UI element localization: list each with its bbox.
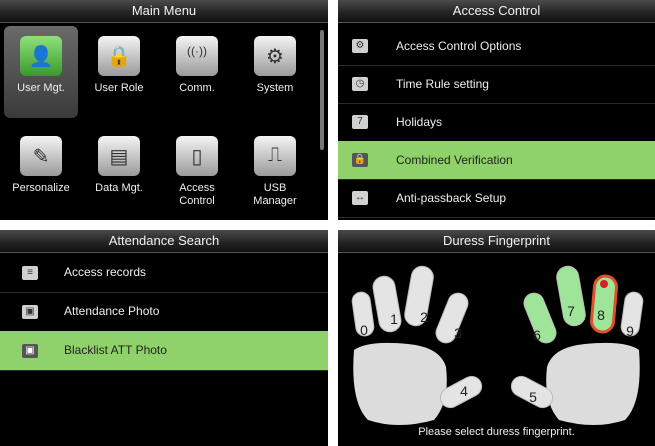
- list-item-label: Blacklist ATT Photo: [64, 343, 167, 357]
- main-menu-item-label: Access Control: [179, 182, 215, 207]
- finger-label-7: 7: [567, 303, 575, 319]
- main-menu-item-personalize[interactable]: ✎ Personalize: [4, 126, 78, 218]
- options-icon: ⚙: [352, 39, 368, 53]
- right-palm: [546, 342, 640, 425]
- main-menu-item-user-role[interactable]: 🔒 User Role: [82, 26, 156, 118]
- finger-label-5: 5: [529, 389, 537, 405]
- main-menu-item-usb-manager[interactable]: ⎍ USB Manager: [238, 126, 312, 218]
- main-menu-item-comm[interactable]: ((·)) Comm.: [160, 26, 234, 118]
- finger-label-9: 9: [626, 323, 634, 339]
- main-menu-item-label: Personalize: [12, 182, 70, 194]
- list-item-label: Anti-passback Setup: [396, 191, 507, 205]
- main-menu-title: Main Menu: [0, 0, 328, 23]
- main-menu-item-label: User Mgt.: [17, 82, 65, 94]
- finger-label-2: 2: [420, 309, 428, 325]
- comm-icon: ((·)): [176, 36, 218, 76]
- finger-label-1: 1: [390, 311, 398, 327]
- finger-label-3: 3: [454, 325, 462, 341]
- calendar-icon: 7: [352, 115, 368, 129]
- main-menu-item-label: USB Manager: [253, 182, 297, 207]
- list-item-anti-passback-setup[interactable]: ↔ Anti-passback Setup: [338, 179, 655, 218]
- duress-prompt: Please select duress fingerprint.: [418, 426, 575, 438]
- list-item-attendance-photo[interactable]: ▣ Attendance Photo: [0, 292, 328, 332]
- finger-label-6: 6: [533, 327, 541, 343]
- antipassback-icon: ↔: [352, 191, 368, 205]
- left-palm: [353, 342, 447, 425]
- user-mgt-icon-glyph: 👤: [28, 46, 54, 68]
- data-mgt-icon: ▤: [98, 136, 140, 176]
- duress-fingerprint-panel: Duress Fingerprint 0 1 2 3 4 5 6 7 8 9 Please sel…: [338, 230, 655, 446]
- main-menu-scrollbar[interactable]: [320, 30, 324, 150]
- main-menu-item-label: Data Mgt.: [95, 182, 143, 194]
- list-item-access-records[interactable]: ≡ Access records: [0, 253, 328, 293]
- finger-3[interactable]: [433, 290, 471, 346]
- photo-icon: ▣: [22, 304, 38, 319]
- list-item-label: Holidays: [396, 115, 443, 129]
- hands-diagram: 0 1 2 3 4 5 6 7 8 9: [351, 265, 644, 425]
- main-menu-panel: Main Menu 👤 User Mgt. 🔒 User Role ((·)) Comm.…: [0, 0, 328, 220]
- selected-finger-dot: [600, 280, 608, 288]
- main-menu-item-label: Comm.: [179, 82, 215, 94]
- main-menu-item-label: User Role: [94, 82, 144, 94]
- attendance-search-panel: Attendance Search ≡ Access records ▣ Attend…: [0, 230, 328, 446]
- personalize-icon: ✎: [20, 136, 62, 176]
- list-item-blacklist-att-photo[interactable]: ▣ Blacklist ATT Photo: [0, 331, 328, 371]
- finger-2[interactable]: [403, 265, 435, 328]
- system-gear-icon-glyph: ⚙: [266, 46, 284, 68]
- usb-icon: ⎍: [254, 136, 296, 176]
- duress-fingerprint-title: Duress Fingerprint: [338, 230, 655, 253]
- list-item-label: Combined Verification: [396, 153, 513, 167]
- access-control-panel: Access Control ⚙ Access Control Options ◷ T…: [338, 0, 655, 220]
- list-item-access-control-options[interactable]: ⚙ Access Control Options: [338, 27, 655, 66]
- list-item-holidays[interactable]: 7 Holidays: [338, 103, 655, 142]
- list-item-combined-verification[interactable]: 🔒 Combined Verification: [338, 141, 655, 180]
- system-gear-icon: ⚙: [254, 36, 296, 76]
- comm-icon-glyph: ((·)): [187, 44, 207, 58]
- user-role-icon-glyph: 🔒: [106, 46, 132, 68]
- user-mgt-icon: 👤: [20, 36, 62, 76]
- main-menu-item-user-mgt[interactable]: 👤 User Mgt.: [4, 26, 78, 118]
- list-item-label: Time Rule setting: [396, 77, 489, 91]
- list-item-label: Access Control Options: [396, 39, 522, 53]
- list-item-time-rule-setting[interactable]: ◷ Time Rule setting: [338, 65, 655, 104]
- finger-label-8: 8: [597, 307, 605, 323]
- finger-label-4: 4: [460, 383, 468, 399]
- finger-1[interactable]: [371, 275, 402, 334]
- access-control-door-icon-glyph: ▯: [191, 146, 203, 168]
- main-menu-item-label: System: [256, 82, 294, 94]
- main-menu-item-data-mgt[interactable]: ▤ Data Mgt.: [82, 126, 156, 218]
- main-menu-item-access-control[interactable]: ▯ Access Control: [160, 126, 234, 218]
- clock-icon: ◷: [352, 77, 368, 91]
- lock-icon: 🔒: [352, 153, 368, 167]
- finger-label-0: 0: [360, 322, 368, 338]
- data-mgt-icon-glyph: ▤: [109, 146, 129, 168]
- access-control-title: Access Control: [338, 0, 655, 23]
- user-role-icon: 🔒: [98, 36, 140, 76]
- list-item-label: Access records: [64, 265, 147, 279]
- list-item-label: Attendance Photo: [64, 304, 160, 318]
- main-menu-item-system[interactable]: ⚙ System: [238, 26, 312, 118]
- usb-icon-glyph: ⎍: [268, 144, 282, 166]
- records-icon: ≡: [22, 265, 38, 280]
- access-control-door-icon: ▯: [176, 136, 218, 176]
- personalize-icon-glyph: ✎: [32, 146, 50, 168]
- attendance-search-title: Attendance Search: [0, 230, 328, 253]
- blacklist-photo-icon: ▣: [22, 343, 38, 358]
